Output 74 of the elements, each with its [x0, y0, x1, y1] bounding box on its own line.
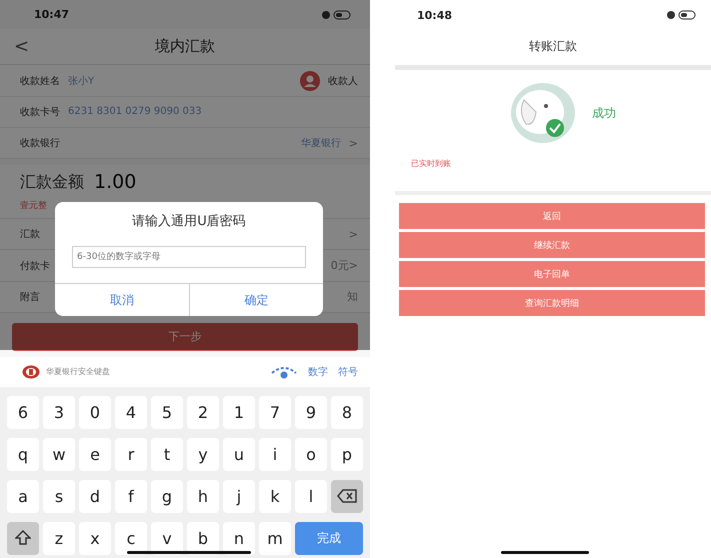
keyboard-mode-tab[interactable]: 数字	[308, 364, 328, 379]
key[interactable]: 3	[43, 396, 75, 429]
success-text: 成功	[592, 104, 616, 122]
key[interactable]: g	[151, 480, 183, 513]
password-field[interactable]: 6-30位的数字或字母	[72, 246, 306, 268]
key[interactable]: k	[259, 480, 291, 513]
key[interactable]: 1	[223, 396, 255, 429]
field-value: 张小Y	[68, 74, 94, 88]
key[interactable]: y	[187, 438, 219, 471]
backspace-key[interactable]	[331, 480, 363, 513]
key[interactable]: o	[295, 438, 327, 471]
key[interactable]: v	[151, 522, 183, 555]
key[interactable]: t	[151, 438, 183, 471]
field-label: 收款银行	[20, 137, 60, 150]
person-icon[interactable]	[300, 70, 320, 91]
field-value: 6231 8301 0279 9090 033	[68, 106, 202, 118]
chevron: >	[348, 136, 358, 150]
field-label: 汇款金额	[20, 172, 84, 193]
key[interactable]: s	[43, 480, 75, 513]
bank-logo-icon	[22, 364, 40, 379]
key[interactable]: 9	[295, 396, 327, 429]
elephant-mascot-icon	[510, 82, 576, 144]
field-value: >	[348, 228, 358, 241]
key[interactable]: 7	[259, 396, 291, 429]
key[interactable]: 8	[331, 396, 363, 429]
key[interactable]: h	[187, 480, 219, 513]
key[interactable]: 6	[7, 396, 39, 429]
amount-value[interactable]: 1.00	[94, 171, 136, 194]
key[interactable]: e	[79, 438, 111, 471]
eye-icon[interactable]	[270, 364, 298, 379]
key[interactable]: 0	[79, 396, 111, 429]
field-label: 收款卡号	[20, 106, 60, 119]
key[interactable]: i	[259, 438, 291, 471]
payee-link[interactable]: 收款人	[328, 74, 358, 88]
dialog-button[interactable]: 确定	[188, 284, 323, 316]
page-title: 转账汇款	[395, 30, 711, 70]
key[interactable]: l	[295, 480, 327, 513]
dialog-title: 请输入通用U盾密码	[132, 213, 246, 230]
status-note: 已实时到账	[411, 158, 452, 169]
field-label: 收款姓名	[20, 74, 60, 88]
key[interactable]: 4	[115, 396, 147, 429]
back-button[interactable]: <	[14, 36, 30, 58]
status-time: 10:48	[417, 8, 452, 22]
dialog-button[interactable]: 取消	[55, 284, 188, 316]
key[interactable]: d	[79, 480, 111, 513]
backspace-icon	[337, 489, 357, 504]
key[interactable]: b	[187, 522, 219, 555]
key[interactable]: 5	[151, 396, 183, 429]
key[interactable]: z	[43, 522, 75, 555]
key[interactable]: 2	[187, 396, 219, 429]
key[interactable]: w	[43, 438, 75, 471]
field-label: 付款卡	[20, 260, 50, 273]
key[interactable]: p	[331, 438, 363, 471]
key[interactable]: q	[7, 438, 39, 471]
field-value: 0元>	[330, 258, 358, 274]
shift-key[interactable]	[7, 522, 39, 555]
keyboard-title: 华夏银行安全键盘	[46, 366, 110, 378]
key[interactable]: u	[223, 438, 255, 471]
page-title: 境内汇款	[155, 37, 215, 56]
key[interactable]: r	[115, 438, 147, 471]
key[interactable]: m	[259, 522, 291, 555]
key[interactable]: c	[115, 522, 147, 555]
key[interactable]: j	[223, 480, 255, 513]
shift-icon	[15, 530, 31, 546]
key[interactable]: x	[79, 522, 111, 555]
key[interactable]: a	[7, 480, 39, 513]
amount-in-words: 壹元整	[20, 201, 47, 212]
key[interactable]: f	[115, 480, 147, 513]
key[interactable]: n	[223, 522, 255, 555]
field-value: 知	[347, 289, 358, 304]
keyboard-mode-tab[interactable]: 符号	[338, 364, 358, 379]
status-time: 10:47	[34, 8, 70, 22]
field-label: 附言	[20, 290, 40, 304]
field-label: 汇款	[20, 228, 40, 242]
